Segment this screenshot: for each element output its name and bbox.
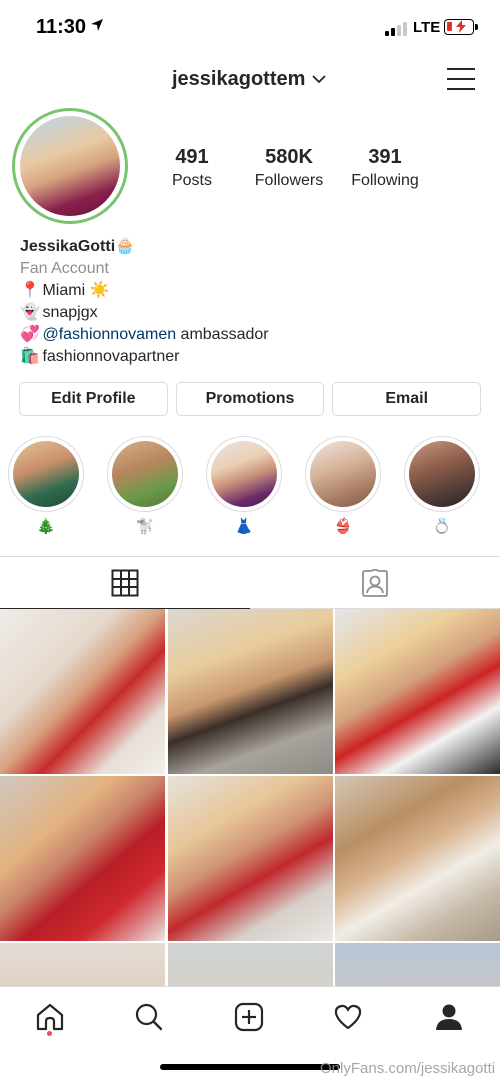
grid-post[interactable] bbox=[335, 776, 500, 941]
chevron-down-icon[interactable] bbox=[312, 74, 326, 84]
grid-post[interactable] bbox=[167, 609, 333, 774]
sun-icon: ☀️ bbox=[89, 282, 110, 299]
highlight-cover bbox=[211, 441, 277, 507]
bio-location-text: Miami bbox=[42, 282, 86, 299]
followers-value: 580K bbox=[265, 146, 313, 168]
bio-line-snapchat: 👻 snapjgx bbox=[20, 302, 480, 324]
grid-post[interactable] bbox=[0, 609, 165, 774]
highlight-item[interactable]: 👗 bbox=[205, 436, 283, 536]
network-type: LTE bbox=[413, 19, 441, 36]
posts-value: 491 bbox=[175, 146, 209, 168]
followers-count[interactable]: 580K Followers bbox=[246, 146, 332, 190]
grid-post[interactable] bbox=[167, 776, 333, 941]
profile-actions: Edit Profile Promotions Email bbox=[19, 382, 482, 416]
bio-line-location: 📍 Miami ☀️ bbox=[20, 280, 480, 302]
hearts-icon: 💞 bbox=[20, 326, 40, 343]
location-arrow-icon bbox=[91, 19, 103, 31]
following-count[interactable]: 391 Following bbox=[345, 146, 425, 190]
tab-tagged[interactable] bbox=[250, 557, 500, 609]
username-switcher[interactable]: jessikagottem bbox=[172, 68, 305, 91]
profile-icon bbox=[436, 1004, 462, 1030]
pin-icon: 📍 bbox=[20, 282, 40, 299]
following-label: Following bbox=[351, 172, 419, 189]
profile-bio: JessikaGotti🧁 Fan Account 📍 Miami ☀️ 👻 s… bbox=[20, 236, 480, 368]
shopping-bags-icon: 🛍️ bbox=[20, 348, 40, 365]
nav-create[interactable] bbox=[219, 997, 279, 1037]
search-icon bbox=[135, 1003, 163, 1031]
highlight-label: 🎄 bbox=[36, 518, 56, 535]
display-name: JessikaGotti bbox=[20, 238, 116, 255]
edit-profile-button[interactable]: Edit Profile bbox=[19, 382, 168, 416]
home-notification-dot bbox=[47, 1031, 52, 1036]
highlight-cover bbox=[409, 441, 475, 507]
grid-post[interactable] bbox=[335, 943, 500, 989]
signal-strength-icon bbox=[385, 22, 407, 36]
highlight-cover bbox=[310, 441, 376, 507]
posts-count[interactable]: 491 Posts bbox=[162, 146, 222, 190]
bio-line-ambassador: 💞 @fashionnovamen ambassador bbox=[20, 324, 480, 346]
heart-icon bbox=[334, 1004, 362, 1030]
watermark: OnlyFans.com/jessikagotti bbox=[320, 1060, 496, 1077]
ghost-icon: 👻 bbox=[20, 304, 40, 321]
profile-tabs bbox=[0, 556, 500, 609]
tagged-person-icon bbox=[362, 568, 388, 597]
profile-header: jessikagottem bbox=[0, 62, 500, 102]
posts-label: Posts bbox=[171, 172, 212, 189]
home-icon bbox=[36, 1003, 64, 1031]
highlight-label: 🐩 bbox=[135, 518, 155, 535]
highlight-cover bbox=[13, 441, 79, 507]
nav-activity[interactable] bbox=[318, 997, 378, 1037]
hamburger-menu-icon[interactable] bbox=[447, 68, 475, 94]
status-bar: 11:30 LTE bbox=[0, 0, 500, 54]
grid-post[interactable] bbox=[0, 943, 165, 989]
highlight-item[interactable]: 👙 bbox=[304, 436, 382, 536]
nav-profile[interactable] bbox=[419, 997, 479, 1037]
account-category: Fan Account bbox=[20, 260, 109, 277]
grid-post[interactable] bbox=[0, 776, 165, 941]
bio-partner-text: fashionnovapartner bbox=[42, 348, 180, 365]
followers-label: Followers bbox=[254, 172, 324, 189]
avatar-ring[interactable] bbox=[12, 108, 128, 224]
bio-ambassador-text: ambassador bbox=[176, 326, 269, 343]
highlight-label: 👙 bbox=[333, 518, 353, 535]
story-highlights: 🎄 🐩 👗 👙 💍 bbox=[0, 436, 500, 540]
grid-post[interactable] bbox=[167, 943, 333, 989]
photo-grid bbox=[0, 609, 500, 989]
cupcake-icon: 🧁 bbox=[115, 238, 136, 255]
add-post-icon bbox=[234, 1002, 264, 1032]
home-indicator bbox=[160, 1064, 340, 1070]
mention-link[interactable]: @fashionnovamen bbox=[42, 326, 176, 343]
highlight-item[interactable]: 🐩 bbox=[106, 436, 184, 536]
highlight-item[interactable]: 🎄 bbox=[7, 436, 85, 536]
grid-icon bbox=[111, 569, 139, 596]
tab-grid[interactable] bbox=[0, 557, 250, 609]
highlight-item[interactable]: 💍 bbox=[403, 436, 481, 536]
following-value: 391 bbox=[368, 146, 402, 168]
promotions-button[interactable]: Promotions bbox=[175, 382, 325, 416]
grid-post[interactable] bbox=[335, 609, 500, 774]
battery-icon bbox=[444, 19, 478, 35]
bio-name-line: JessikaGotti🧁 bbox=[20, 236, 480, 258]
highlight-label: 👗 bbox=[234, 518, 254, 535]
status-time: 11:30 bbox=[36, 16, 87, 38]
highlight-label: 💍 bbox=[432, 518, 452, 535]
highlight-cover bbox=[112, 441, 178, 507]
nav-search[interactable] bbox=[119, 997, 179, 1037]
email-button[interactable]: Email bbox=[332, 382, 482, 416]
bio-snapchat-text: snapjgx bbox=[42, 304, 98, 321]
bio-line-partner: 🛍️ fashionnovapartner bbox=[20, 346, 480, 368]
avatar[interactable] bbox=[20, 116, 120, 216]
